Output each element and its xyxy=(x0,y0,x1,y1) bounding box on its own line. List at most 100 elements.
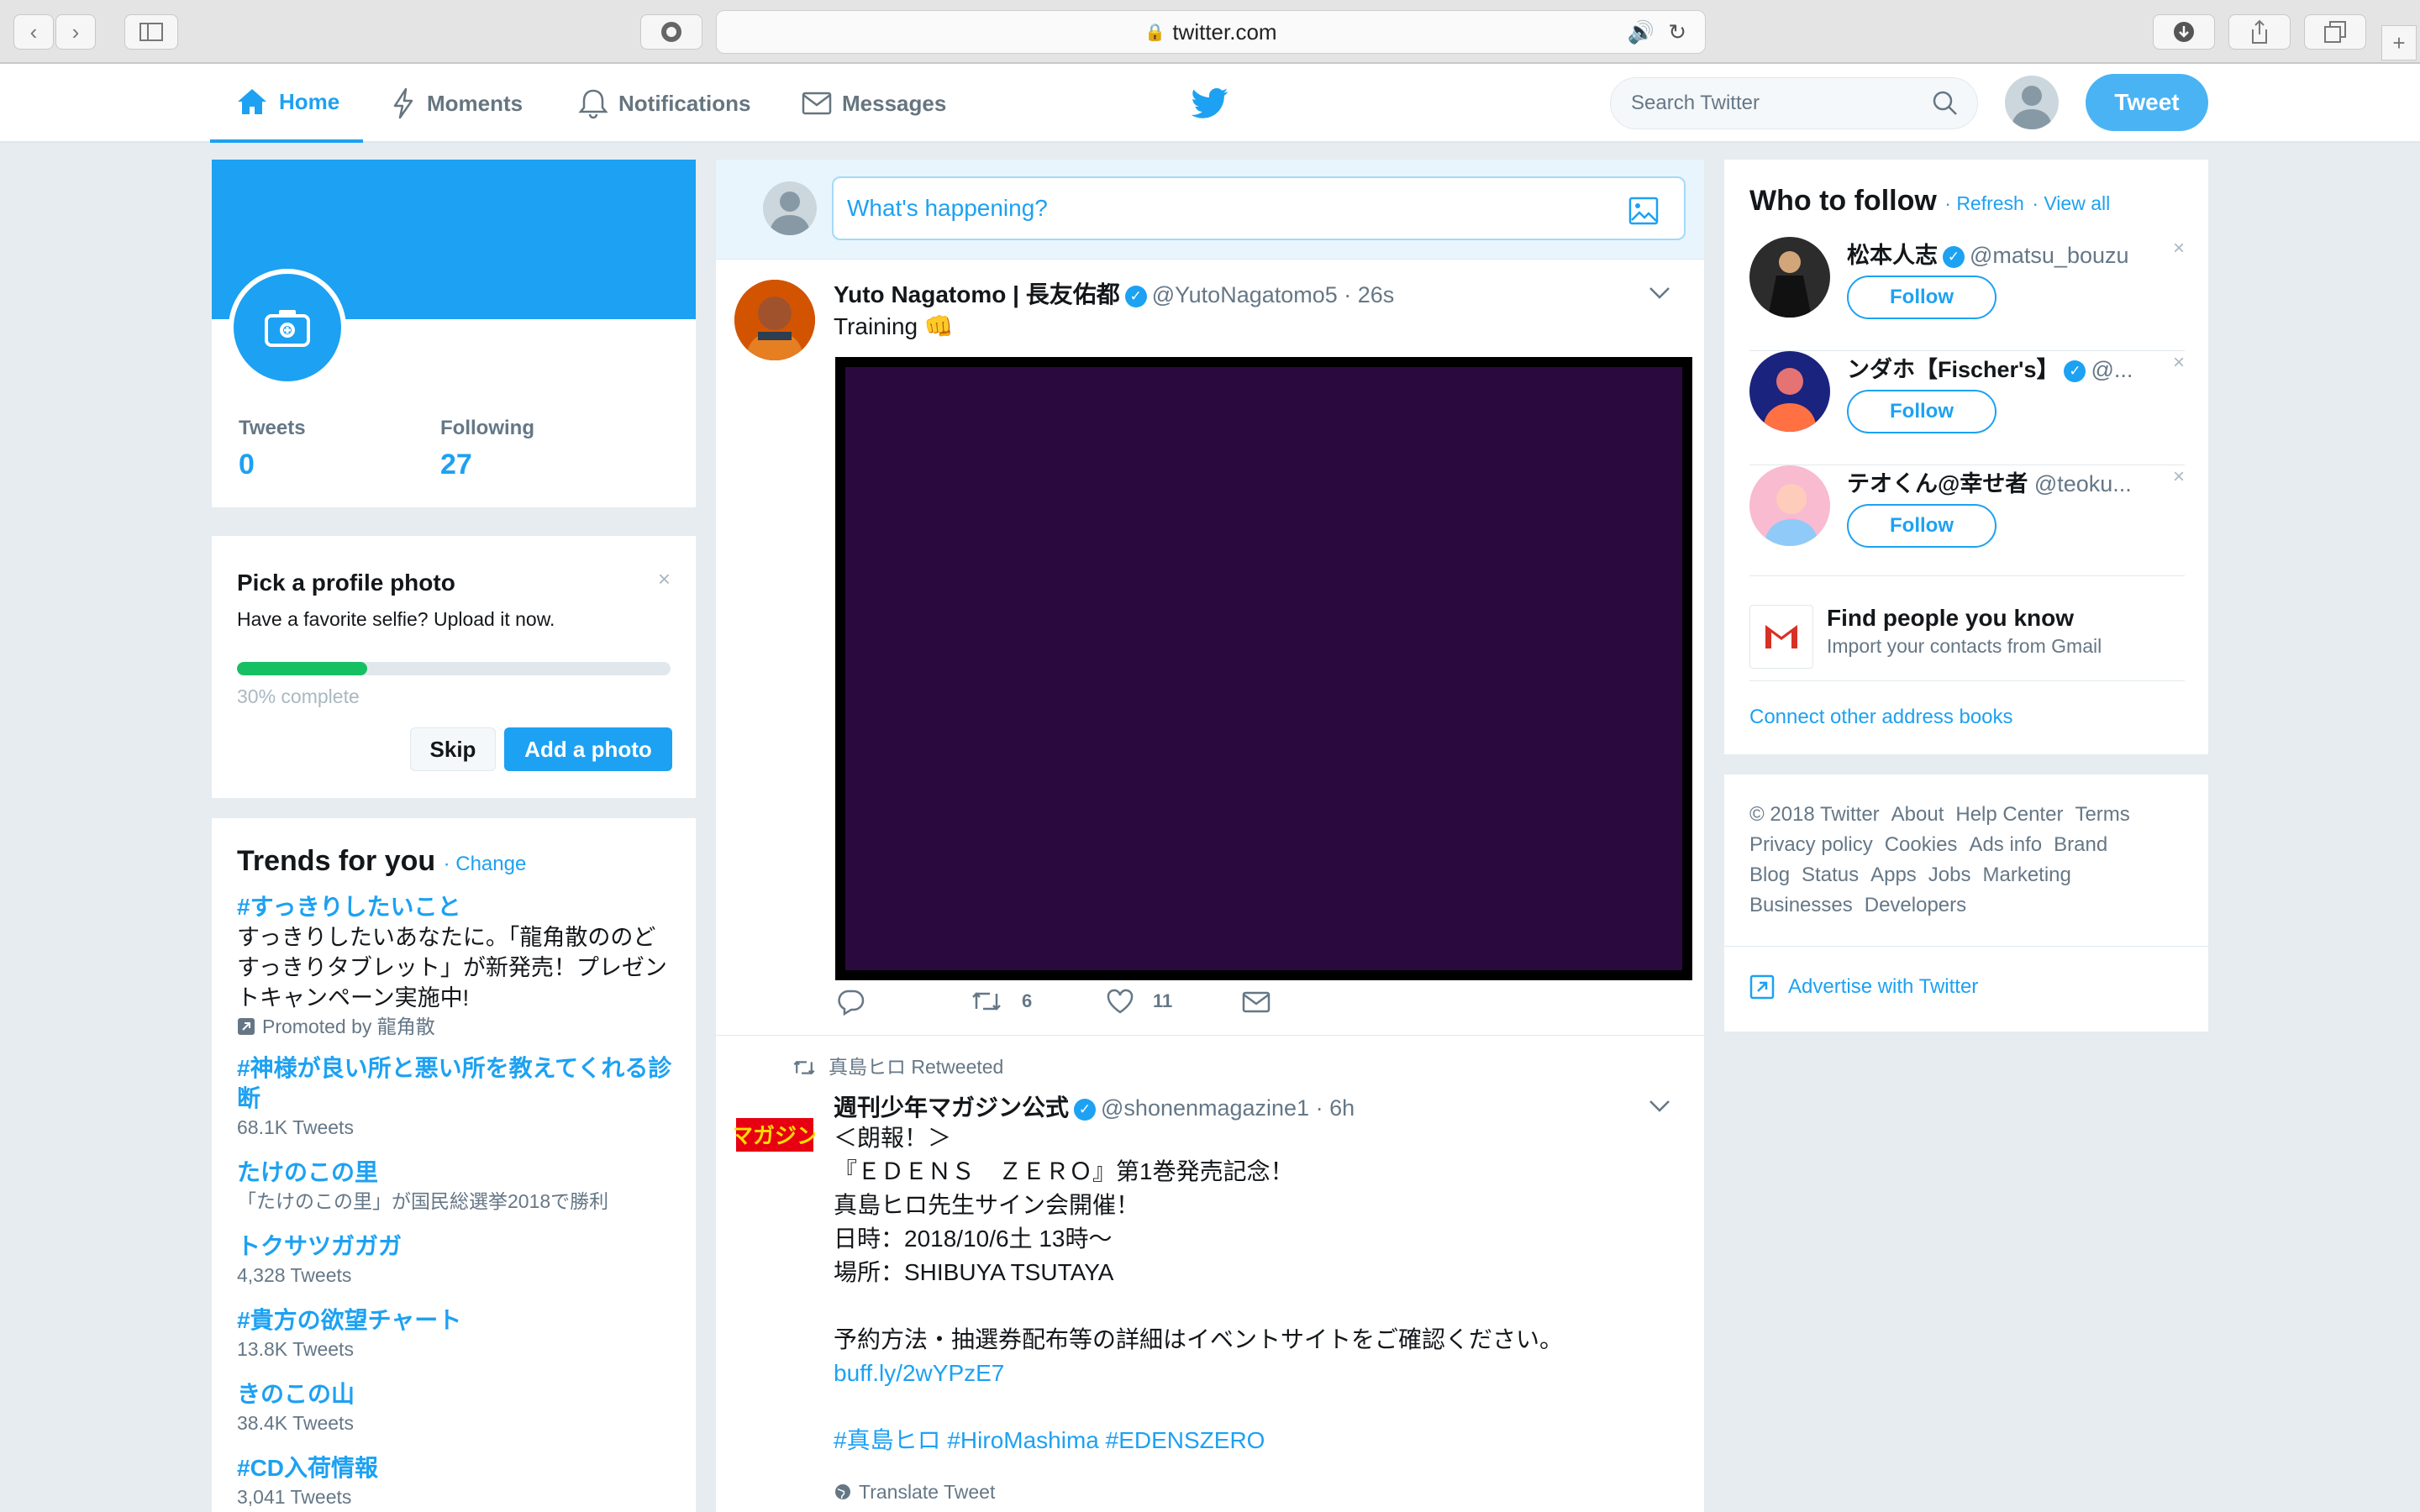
translate-tweet[interactable]: Translate Tweet xyxy=(834,1481,995,1504)
downloads-icon[interactable] xyxy=(2153,14,2215,50)
profile-avatar-upload[interactable] xyxy=(229,269,346,386)
trends-change-link[interactable]: · Change xyxy=(444,853,527,875)
chevron-down-icon[interactable] xyxy=(1649,1100,1670,1113)
nav-home[interactable]: Home xyxy=(210,64,363,143)
trend-name[interactable]: #すっきりしたいこと xyxy=(237,892,674,922)
footer-link[interactable]: Ads info xyxy=(1969,833,2042,856)
nav-messages[interactable]: Messages xyxy=(802,64,946,143)
suggestion-name[interactable]: 松本人志 ✓ @matsu_bouzu xyxy=(1847,237,2158,270)
footer-link[interactable]: Developers xyxy=(1865,894,1966,916)
tweets-stat-label[interactable]: Tweets xyxy=(239,417,306,440)
search-icon[interactable] xyxy=(1932,90,1959,117)
trend-item[interactable]: たけのこの里 「たけのこの里」が国民総選挙2018で勝利 xyxy=(237,1158,674,1215)
address-bar[interactable]: 🔒 twitter.com 🔊 ↻ xyxy=(716,10,1706,54)
trend-item[interactable]: #CD入荷情報 3,041 Tweets xyxy=(237,1453,674,1510)
tweet-media[interactable] xyxy=(835,357,1692,980)
suggestion-avatar[interactable] xyxy=(1749,465,1830,546)
dismiss-icon[interactable]: × xyxy=(2173,351,2185,375)
speaker-icon[interactable]: 🔊 xyxy=(1628,19,1655,45)
tweet-avatar[interactable] xyxy=(734,280,815,360)
suggestion-avatar[interactable] xyxy=(1749,351,1830,432)
connect-address-books-link[interactable]: Connect other address books xyxy=(1749,706,2013,729)
tweet-author-handle[interactable]: @shonenmagazine1 · 6h xyxy=(1101,1095,1355,1121)
retweeted-by[interactable]: 真島ヒロ Retweeted xyxy=(829,1056,1003,1078)
image-icon[interactable] xyxy=(1628,197,1659,225)
add-photo-button[interactable]: Add a photo xyxy=(504,727,672,771)
reply-button[interactable] xyxy=(837,989,884,1016)
nav-notifications[interactable]: Notifications xyxy=(578,64,750,143)
trend-name[interactable]: #CD入荷情報 xyxy=(237,1453,674,1483)
suggestion-name[interactable]: テオくん@幸せ者 @teoku... xyxy=(1847,465,2158,498)
footer-link[interactable]: Businesses xyxy=(1749,894,1853,916)
suggestion-avatar[interactable] xyxy=(1749,237,1830,318)
user-avatar[interactable] xyxy=(2005,76,2059,129)
trend-item[interactable]: きのこの山 38.4K Tweets xyxy=(237,1379,674,1436)
tweet[interactable]: Yuto Nagatomo | 長友佑都 ✓ @YutoNagatomo5 · 26… xyxy=(716,260,1704,1036)
compose-input[interactable]: What's happening? xyxy=(832,176,1686,240)
footer-link[interactable]: About xyxy=(1891,803,1944,826)
suggestion-display-name[interactable]: テオくん@幸せ者 xyxy=(1847,471,2028,496)
footer-link[interactable]: Terms xyxy=(2075,803,2129,826)
follow-button[interactable]: Follow xyxy=(1847,390,1996,433)
footer-link[interactable]: Help Center xyxy=(1955,803,2063,826)
trend-name[interactable]: トクサツガガガ xyxy=(237,1231,674,1262)
tabs-icon[interactable] xyxy=(2304,14,2366,50)
footer-link[interactable]: Status xyxy=(1802,864,1859,886)
advertise-link[interactable]: Advertise with Twitter xyxy=(1749,974,1978,1000)
sidebar-toggle-icon[interactable] xyxy=(124,14,178,50)
new-tab-icon[interactable]: + xyxy=(2381,25,2417,60)
follow-button[interactable]: Follow xyxy=(1847,276,1996,319)
reload-icon[interactable]: ↻ xyxy=(1668,19,1686,45)
tweet-link[interactable]: buff.ly/2wYPzE7 xyxy=(834,1357,1563,1390)
skip-button[interactable]: Skip xyxy=(410,727,496,771)
following-stat-count[interactable]: 27 xyxy=(440,449,472,481)
extension-icon[interactable] xyxy=(640,14,702,50)
dismiss-icon[interactable]: × xyxy=(2173,237,2185,260)
trend-item[interactable]: #すっきりしたいこと すっきりしたいあなたに。「龍角散ののどすっきりタブレット」… xyxy=(237,892,674,1040)
tweet-hashtags[interactable]: #真島ヒロ #HiroMashima #EDENSZERO xyxy=(834,1424,1563,1457)
trend-name[interactable]: #神様が良い所と悪い所を教えてくれる診断 xyxy=(237,1053,674,1114)
suggestion-name[interactable]: ンダホ【Fischer's】 ✓ @... xyxy=(1847,351,2158,384)
search-input[interactable]: Search Twitter xyxy=(1610,77,1978,129)
tweet-avatar[interactable]: マガジン xyxy=(734,1096,815,1177)
tweet-button[interactable]: Tweet xyxy=(2086,74,2208,131)
footer-link[interactable]: Apps xyxy=(1870,864,1917,886)
find-people-title[interactable]: Find people you know xyxy=(1827,605,2074,632)
tweet-author-handle[interactable]: @YutoNagatomo5 · 26s xyxy=(1152,282,1395,307)
suggestion-display-name[interactable]: 松本人志 xyxy=(1847,243,1938,268)
chevron-down-icon[interactable] xyxy=(1649,286,1670,300)
footer-link[interactable]: Brand xyxy=(2054,833,2107,856)
suggestion-handle[interactable]: @teoku... xyxy=(2034,471,2132,496)
trend-name[interactable]: たけのこの里 xyxy=(237,1158,674,1188)
footer-link[interactable]: © 2018 Twitter xyxy=(1749,803,1880,826)
advertise-label[interactable]: Advertise with Twitter xyxy=(1788,975,1978,999)
close-icon[interactable]: × xyxy=(658,566,671,592)
footer-link[interactable]: Marketing xyxy=(1983,864,2071,886)
footer-link[interactable]: Privacy policy xyxy=(1749,833,1873,856)
twitter-bird-icon[interactable] xyxy=(1192,84,1228,121)
nav-moments[interactable]: Moments xyxy=(392,64,523,143)
tweet-author-name[interactable]: 週刊少年マガジン公式 xyxy=(834,1095,1069,1121)
trend-item[interactable]: #貴方の欲望チャート 13.8K Tweets xyxy=(237,1305,674,1362)
translate-label[interactable]: Translate Tweet xyxy=(859,1481,995,1503)
forward-icon[interactable]: › xyxy=(55,14,96,50)
dismiss-icon[interactable]: × xyxy=(2173,465,2185,489)
trend-name[interactable]: きのこの山 xyxy=(237,1379,674,1410)
back-icon[interactable]: ‹ xyxy=(13,14,54,50)
suggestion-handle[interactable]: @matsu_bouzu xyxy=(1970,243,2129,268)
suggestion-display-name[interactable]: ンダホ【Fischer's】 xyxy=(1847,357,2059,382)
trend-item[interactable]: #神様が良い所と悪い所を教えてくれる診断 68.1K Tweets xyxy=(237,1053,674,1141)
trend-name[interactable]: #貴方の欲望チャート xyxy=(237,1305,674,1336)
tweet-author-name[interactable]: Yuto Nagatomo | 長友佑都 xyxy=(834,281,1120,307)
follow-button[interactable]: Follow xyxy=(1847,504,1996,548)
share-icon[interactable] xyxy=(2228,14,2291,50)
footer-link[interactable]: Jobs xyxy=(1928,864,1971,886)
suggestion-handle[interactable]: @... xyxy=(2091,357,2133,382)
tweets-stat-count[interactable]: 0 xyxy=(239,449,255,481)
like-button[interactable]: 11 xyxy=(1106,989,1172,1014)
trend-item[interactable]: トクサツガガガ 4,328 Tweets xyxy=(237,1231,674,1289)
retweet-button[interactable]: 6 xyxy=(970,989,1032,1014)
refresh-link[interactable]: · Refresh xyxy=(1944,192,2024,214)
direct-message-button[interactable] xyxy=(1242,990,1289,1014)
tweet[interactable]: 真島ヒロ Retweeted マガジン 週刊少年マガジン公式 ✓ @shonenma… xyxy=(716,1036,1704,1512)
